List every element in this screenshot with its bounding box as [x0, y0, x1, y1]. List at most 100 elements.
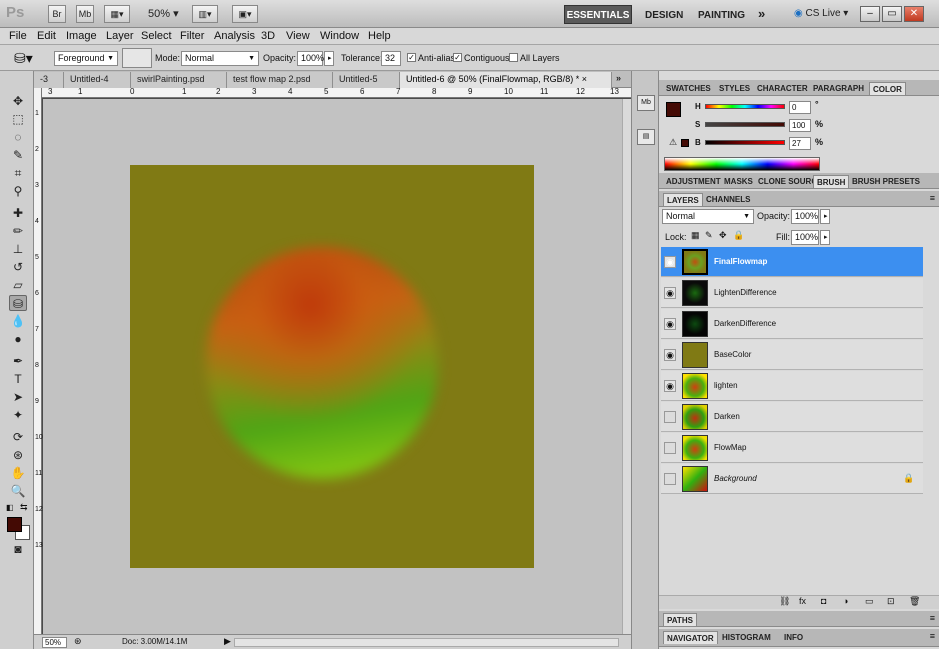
tab-swirl-painting[interactable]: swirlPainting.psd	[131, 72, 227, 88]
layer-row-lightendifference[interactable]: ◉ LightenDifference	[661, 278, 923, 308]
tab-styles[interactable]: STYLES	[716, 82, 753, 95]
layer-opacity-slider-button[interactable]: ▸	[820, 209, 830, 224]
menu-select[interactable]: Select	[141, 30, 172, 42]
marquee-tool-icon[interactable]: ⬚	[9, 111, 27, 127]
eye-icon[interactable]: ◉	[664, 349, 676, 361]
eye-icon[interactable]: ◉	[664, 318, 676, 330]
eyedropper-tool-icon[interactable]: ⚲	[9, 183, 27, 199]
3d-orbit-tool-icon[interactable]: ⊛	[9, 447, 27, 463]
vertical-scrollbar[interactable]	[622, 99, 631, 634]
mini-bridge-panel-icon[interactable]: Mb	[637, 95, 655, 111]
restore-button[interactable]: ▭	[882, 6, 902, 22]
quick-select-tool-icon[interactable]: ✎	[9, 147, 27, 163]
hue-slider[interactable]	[705, 104, 785, 109]
fill-source-select[interactable]: Foreground ▼	[54, 51, 118, 66]
type-tool-icon[interactable]: T	[9, 371, 27, 387]
gamut-color-chip[interactable]	[681, 139, 689, 147]
lock-position-icon[interactable]: ✥	[719, 230, 727, 241]
status-zoom-field[interactable]: 50%	[42, 637, 67, 648]
layer-row-finalflowmap[interactable]: ◉ FinalFlowmap	[661, 247, 923, 277]
brightness-slider[interactable]	[705, 140, 785, 145]
close-tab-icon[interactable]: ×	[582, 74, 587, 84]
brightness-input[interactable]: 27	[789, 137, 811, 150]
eye-icon[interactable]	[664, 442, 676, 454]
eye-icon[interactable]: ◉	[664, 287, 676, 299]
tab-channels[interactable]: CHANNELS	[703, 193, 753, 206]
panel-menu-icon[interactable]: ≡	[930, 193, 935, 203]
tab-navigator[interactable]: NAVIGATOR	[663, 631, 718, 644]
horizontal-scrollbar[interactable]	[234, 638, 619, 647]
workspace-painting-button[interactable]: PAINTING	[698, 10, 745, 21]
more-workspaces-button[interactable]: »	[758, 6, 765, 21]
link-layers-icon[interactable]: ⛓	[779, 596, 790, 607]
minimize-button[interactable]: –	[860, 6, 880, 22]
tab-brush[interactable]: BRUSH	[813, 175, 850, 188]
panel-menu-icon[interactable]: ≡	[930, 613, 935, 623]
workspace-design-button[interactable]: DESIGN	[645, 10, 683, 21]
tab-color[interactable]: COLOR	[869, 82, 906, 95]
contiguous-checkbox[interactable]: ✓	[453, 53, 462, 62]
launch-bridge-button[interactable]: Br	[48, 5, 66, 23]
status-menu-arrow-icon[interactable]: ▶	[224, 636, 231, 647]
tab-untitled-5[interactable]: Untitled-5	[333, 72, 400, 88]
tab-histogram[interactable]: HISTOGRAM	[719, 631, 774, 644]
3d-rotate-tool-icon[interactable]: ⟳	[9, 429, 27, 445]
eye-icon[interactable]: ◉	[664, 380, 676, 392]
eraser-tool-icon[interactable]: ▱	[9, 277, 27, 293]
tab-masks[interactable]: MASKS	[721, 175, 756, 188]
brush-tool-icon[interactable]: ✏	[9, 223, 27, 239]
history-panel-icon[interactable]: ▤	[637, 129, 655, 145]
tab-layers[interactable]: LAYERS	[663, 193, 703, 206]
add-mask-icon[interactable]: ◘	[821, 596, 826, 606]
layer-row-darkendifference[interactable]: ◉ DarkenDifference	[661, 309, 923, 339]
workspace-essentials-button[interactable]: ESSENTIALS	[564, 5, 632, 24]
opacity-slider-button[interactable]: ▸	[324, 51, 334, 66]
pattern-picker[interactable]	[122, 48, 152, 68]
layer-row-lighten[interactable]: ◉ lighten	[661, 371, 923, 401]
tab-info[interactable]: INFO	[781, 631, 806, 644]
new-group-icon[interactable]: ▭	[865, 596, 874, 607]
menu-3d[interactable]: 3D	[261, 30, 275, 42]
document-canvas-area[interactable]	[43, 99, 623, 634]
tab-brush-presets[interactable]: BRUSH PRESETS	[849, 175, 923, 188]
crop-tool-icon[interactable]: ⌗	[9, 165, 27, 181]
all-layers-checkbox[interactable]	[509, 53, 518, 62]
document-info-icon[interactable]: ⊛	[74, 636, 82, 647]
menu-filter[interactable]: Filter	[180, 30, 204, 42]
fill-slider-button[interactable]: ▸	[820, 230, 830, 245]
menu-analysis[interactable]: Analysis	[214, 30, 255, 42]
foreground-color-swatch[interactable]	[7, 517, 22, 532]
hand-tool-icon[interactable]: ✋	[9, 465, 27, 481]
adjustment-layer-icon[interactable]: ◑	[843, 596, 848, 606]
tab-document-3[interactable]: -3	[34, 72, 64, 88]
tab-paragraph[interactable]: PARAGRAPH	[810, 82, 867, 95]
menu-file[interactable]: File	[9, 30, 27, 42]
zoom-tool-icon[interactable]: 🔍	[9, 483, 27, 499]
layer-opacity-input[interactable]: 100%	[791, 209, 819, 224]
image-canvas[interactable]	[130, 165, 534, 568]
tolerance-input[interactable]: 32	[381, 51, 401, 66]
menu-window[interactable]: Window	[320, 30, 359, 42]
lock-transparency-icon[interactable]: ▦	[691, 230, 700, 241]
history-brush-tool-icon[interactable]: ↺	[9, 259, 27, 275]
lock-pixels-icon[interactable]: ✎	[705, 230, 713, 241]
out-of-gamut-warning-icon[interactable]: ⚠	[669, 137, 677, 148]
menu-layer[interactable]: Layer	[106, 30, 134, 42]
tab-test-flow-map-2[interactable]: test flow map 2.psd	[227, 72, 333, 88]
view-extras-button[interactable]: ▦▾	[104, 5, 130, 23]
layer-style-icon[interactable]: fx	[799, 596, 806, 606]
move-tool-icon[interactable]: ✥	[9, 93, 27, 109]
tab-adjustments[interactable]: ADJUSTMENT	[663, 175, 724, 188]
swap-colors-icon[interactable]: ⇆	[20, 502, 28, 513]
quick-mask-icon[interactable]: ◙	[9, 541, 27, 557]
fill-input[interactable]: 100%	[791, 230, 819, 245]
tab-untitled-6[interactable]: Untitled-6 @ 50% (FinalFlowmap, RGB/8) *…	[400, 72, 612, 88]
tab-paths[interactable]: PATHS	[663, 613, 697, 626]
clone-stamp-tool-icon[interactable]: ⊥	[9, 241, 27, 257]
blur-tool-icon[interactable]: 💧	[9, 313, 27, 329]
lasso-tool-icon[interactable]: ◌	[9, 129, 27, 145]
layer-blend-mode-select[interactable]: Normal ▼	[662, 209, 754, 224]
menu-image[interactable]: Image	[66, 30, 97, 42]
panel-menu-icon[interactable]: ≡	[930, 631, 935, 641]
path-selection-tool-icon[interactable]: ➤	[9, 389, 27, 405]
